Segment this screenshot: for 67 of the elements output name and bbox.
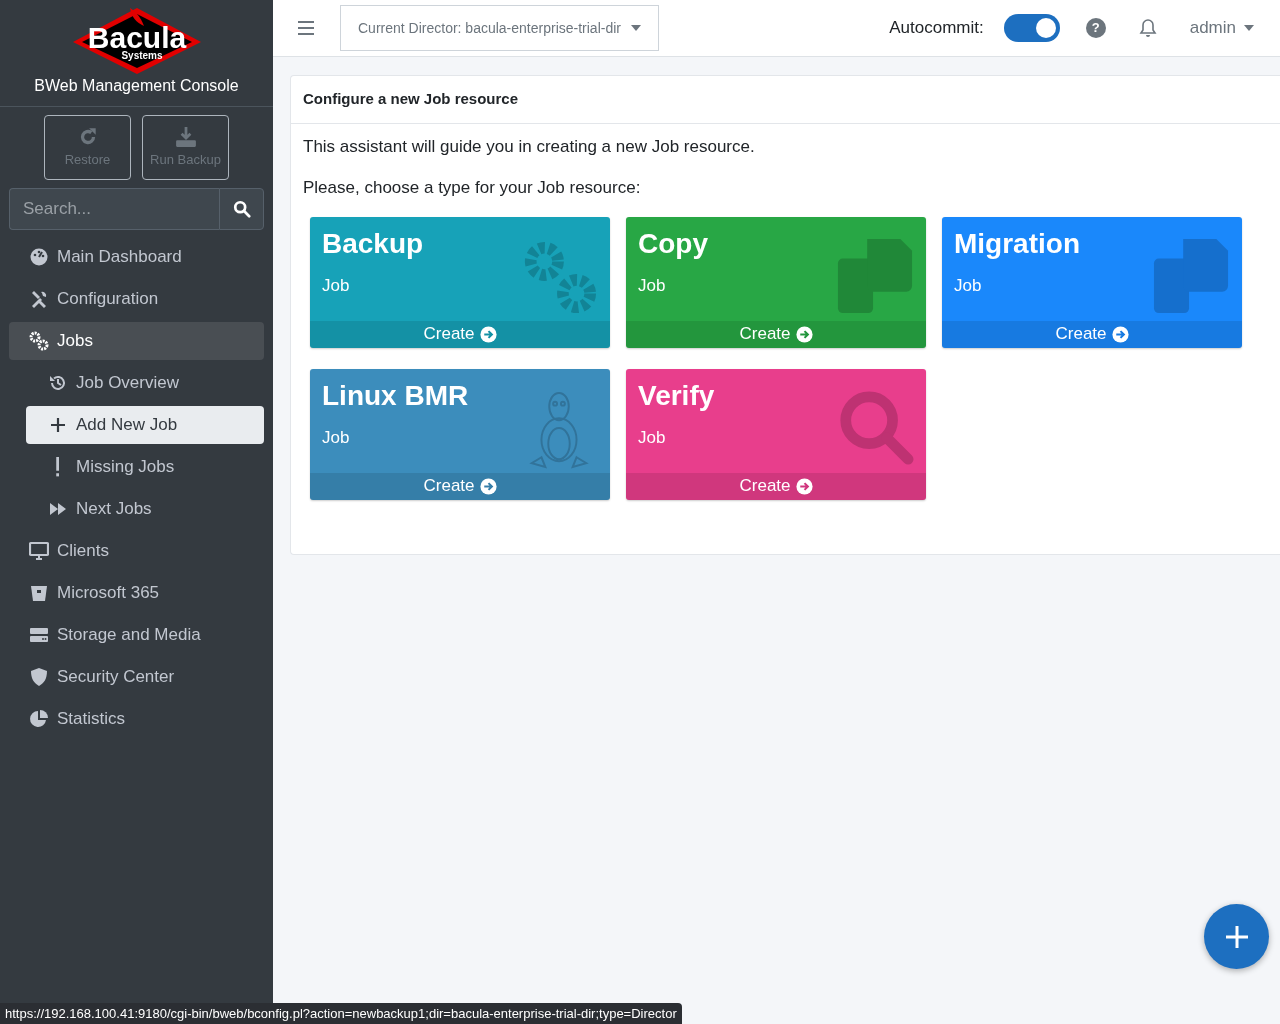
penguin-icon: [529, 391, 589, 468]
search-icon: [840, 390, 914, 465]
autocommit-toggle[interactable]: [1003, 14, 1060, 42]
caret-icon: [631, 25, 641, 31]
arrow-circle-icon: [795, 325, 813, 343]
menu-item[interactable]: Storage and Media: [9, 616, 264, 654]
arrow-circle-icon: [479, 477, 497, 495]
tile-title: Linux BMR: [322, 380, 470, 412]
tile-title: Verify: [638, 380, 716, 412]
console-title: BWeb Management Console: [34, 76, 239, 96]
download-icon: [174, 125, 197, 148]
tile-subtitle: Job: [638, 427, 667, 450]
tile-subtitle: Job: [954, 275, 983, 298]
user-menu[interactable]: admin: [1189, 15, 1254, 41]
menu-icon[interactable]: [297, 20, 315, 36]
create-link[interactable]: Create: [310, 320, 610, 348]
submenu-item[interactable]: Next Jobs: [26, 490, 264, 528]
menu-item[interactable]: Microsoft 365: [9, 574, 264, 612]
exclamation-icon: [55, 457, 60, 477]
monitor-icon: [29, 541, 49, 561]
bell-icon[interactable]: [1137, 18, 1158, 38]
menu-item[interactable]: Jobs: [9, 322, 264, 360]
status-url: https://192.168.100.41:9180/cgi-bin/bweb/bconfig.pl?action=newbackup1;dir=bacula-enterprise-trial-dir;type=Director: [0, 1002, 682, 1024]
menu-item[interactable]: Configuration: [9, 280, 264, 318]
submenu-item[interactable]: Job Overview: [26, 364, 264, 402]
gauge-icon: [29, 247, 49, 267]
create-link[interactable]: Create: [626, 320, 926, 348]
gears-icon: [524, 241, 597, 313]
intro-text: This assistant will guide you in creating a new Job resource.: [303, 135, 756, 158]
create-link[interactable]: Create: [310, 472, 610, 500]
add-button[interactable]: [1204, 904, 1269, 969]
menu-item[interactable]: Security Center: [9, 658, 264, 696]
pie-chart-icon: [29, 709, 49, 729]
tile-title: Copy: [638, 228, 709, 260]
tile-subtitle: Job: [322, 275, 351, 298]
search-icon: [232, 200, 251, 218]
create-link[interactable]: Create: [942, 320, 1242, 348]
copy-icon: [1153, 238, 1229, 313]
tile-subtitle: Job: [638, 275, 667, 298]
help-button[interactable]: ?: [1085, 18, 1106, 38]
submenu-item[interactable]: Add New Job: [26, 406, 264, 444]
tile-subtitle: Job: [322, 427, 351, 450]
submenu-item[interactable]: Missing Jobs: [26, 448, 264, 486]
arrow-circle-icon: [1111, 325, 1129, 343]
copy-icon: [837, 238, 913, 313]
menu-item[interactable]: Main Dashboard: [9, 238, 264, 276]
gears-icon: [29, 331, 49, 351]
history-icon: [48, 373, 68, 393]
tile-title: Migration: [954, 228, 1081, 260]
plus-icon: [48, 415, 68, 435]
bucket-icon: [29, 583, 49, 603]
caret-icon: [1244, 25, 1254, 31]
menu-item[interactable]: Clients: [9, 532, 264, 570]
menu-item[interactable]: Statistics: [9, 700, 264, 738]
shield-icon: [29, 667, 49, 687]
arrow-circle-icon: [795, 477, 813, 495]
prompt-text: Please, choose a type for your Job resource:: [303, 177, 642, 199]
autocommit-label: Autocommit:: [889, 17, 984, 40]
arrow-circle-icon: [479, 325, 497, 343]
card-title: Configure a new Job resource: [291, 76, 1280, 124]
hard-drive-icon: [29, 625, 49, 645]
create-link[interactable]: Create: [626, 472, 926, 500]
director-dropdown[interactable]: Current Director: bacula-enterprise-trial-dir: [340, 5, 659, 51]
tile-title: Backup: [322, 228, 425, 260]
search-button[interactable]: [219, 188, 264, 230]
search-field[interactable]: Search...: [9, 188, 219, 230]
plus-icon: [1223, 923, 1250, 950]
